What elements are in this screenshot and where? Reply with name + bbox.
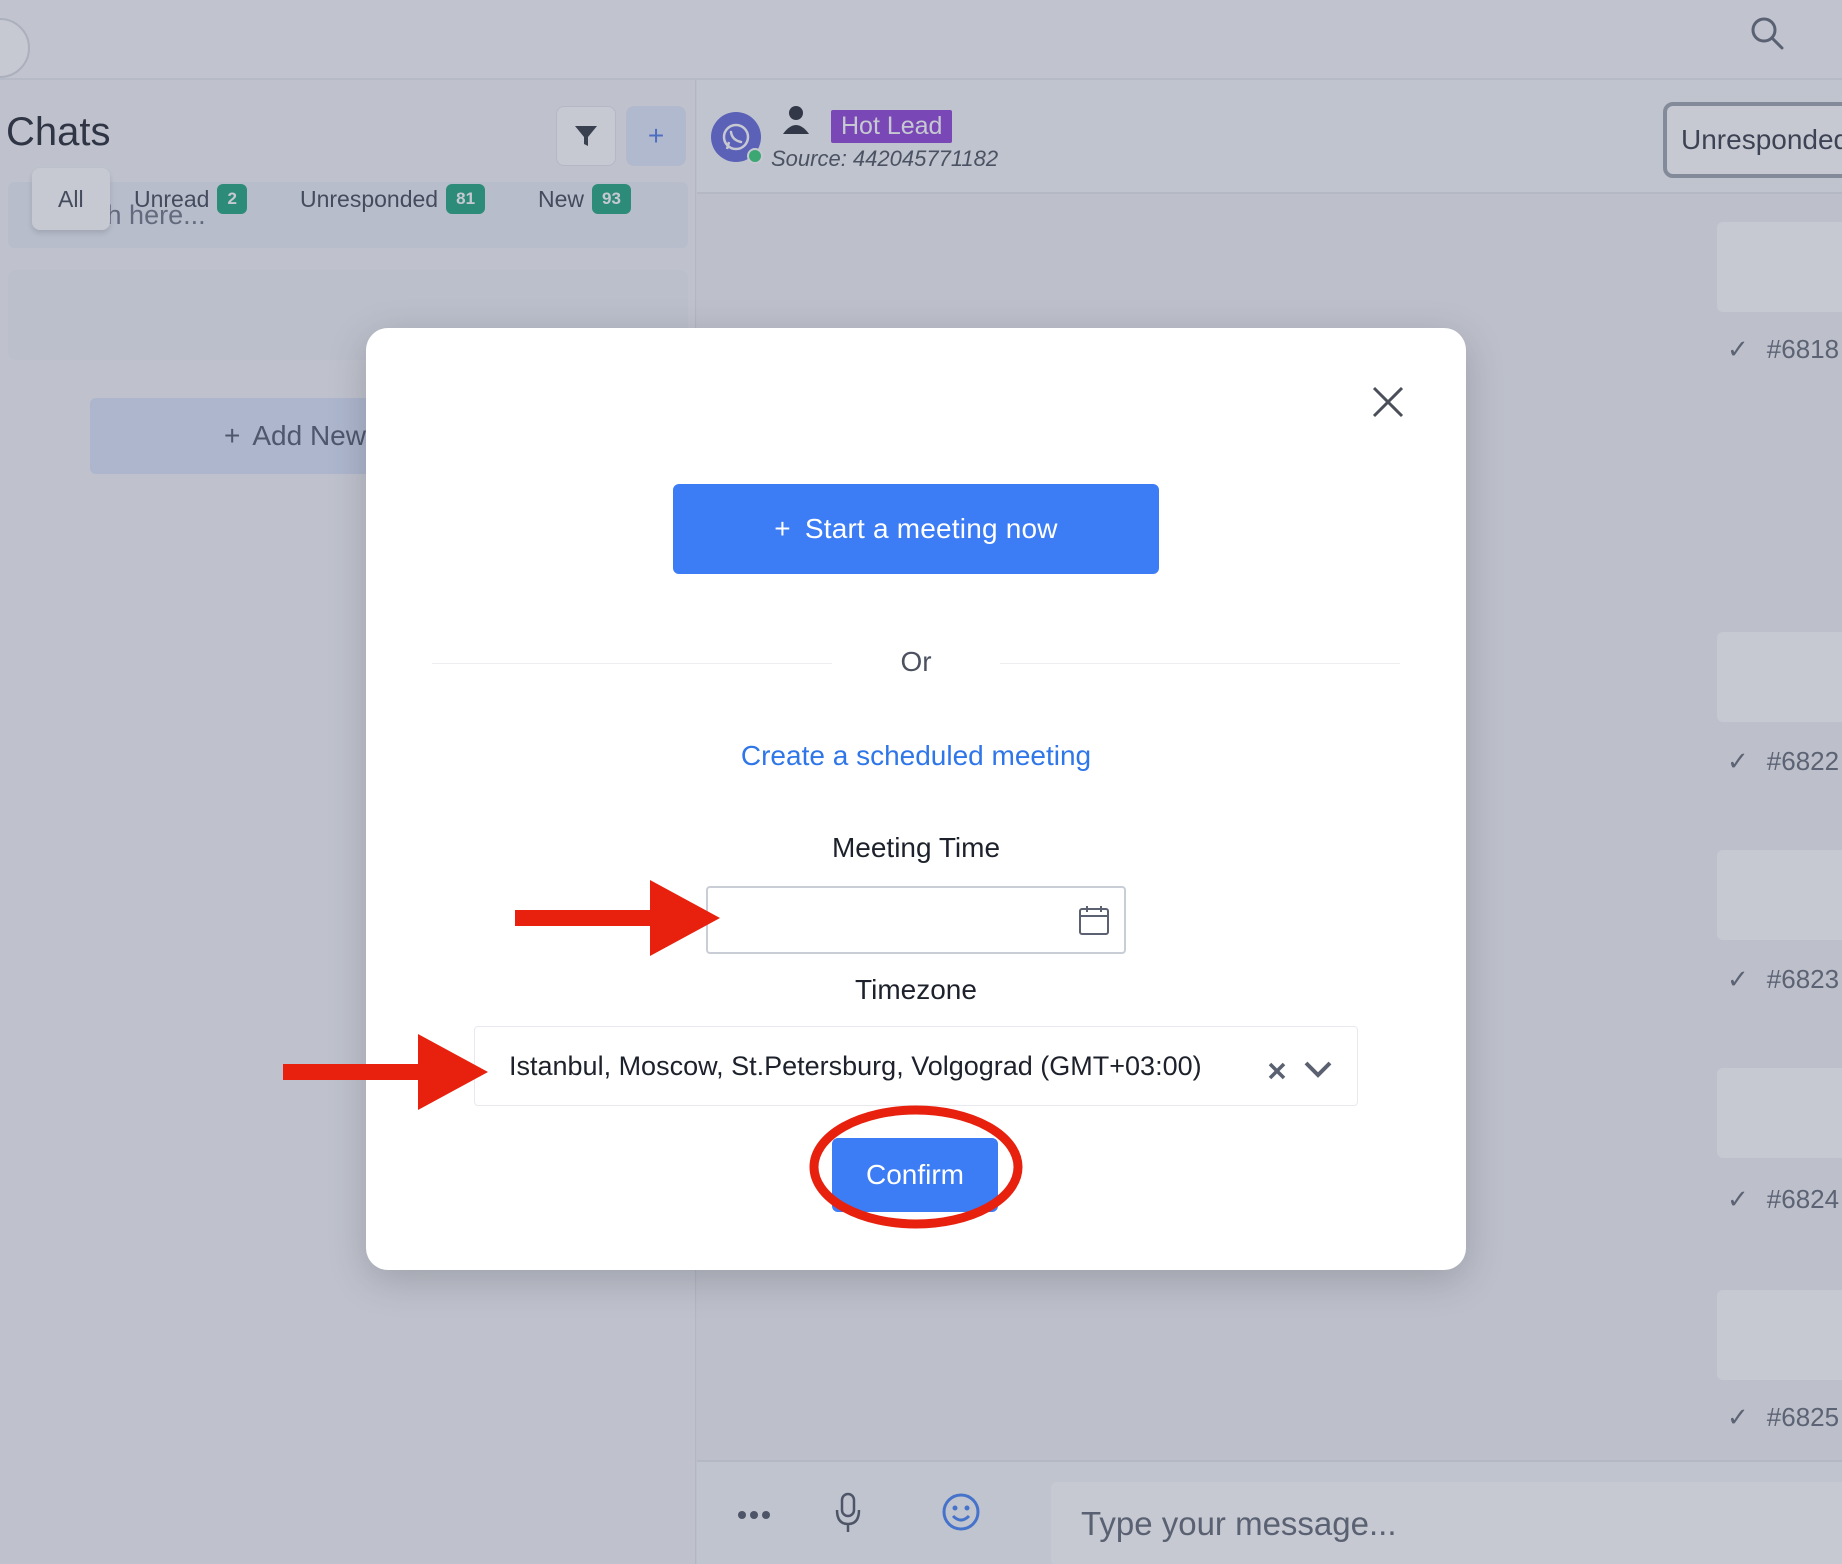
meeting-time-label: Meeting Time (831, 832, 1001, 863)
create-scheduled-meeting-link[interactable]: Create a scheduled meeting (366, 740, 1466, 772)
divider-right (1000, 663, 1400, 664)
or-separator: Or (900, 646, 932, 677)
start-meeting-label: Start a meeting now (804, 513, 1058, 544)
meeting-time-input[interactable] (706, 886, 1126, 954)
confirm-button[interactable]: Confirm (832, 1138, 998, 1212)
calendar-icon[interactable] (1078, 904, 1110, 936)
chevron-down-icon[interactable] (1303, 1059, 1333, 1079)
timezone-value: Istanbul, Moscow, St.Petersburg, Volgogr… (509, 1050, 1202, 1081)
divider-left (432, 663, 832, 664)
meeting-modal: + Start a meeting now Or Create a schedu… (366, 328, 1466, 1270)
close-icon[interactable] (1370, 384, 1406, 420)
timezone-select[interactable]: Istanbul, Moscow, St.Petersburg, Volgogr… (474, 1026, 1358, 1106)
plus-icon: + (774, 513, 791, 544)
timezone-label: Timezone (855, 974, 977, 1005)
start-meeting-button[interactable]: + Start a meeting now (673, 484, 1159, 574)
clear-icon[interactable] (1267, 1061, 1287, 1081)
